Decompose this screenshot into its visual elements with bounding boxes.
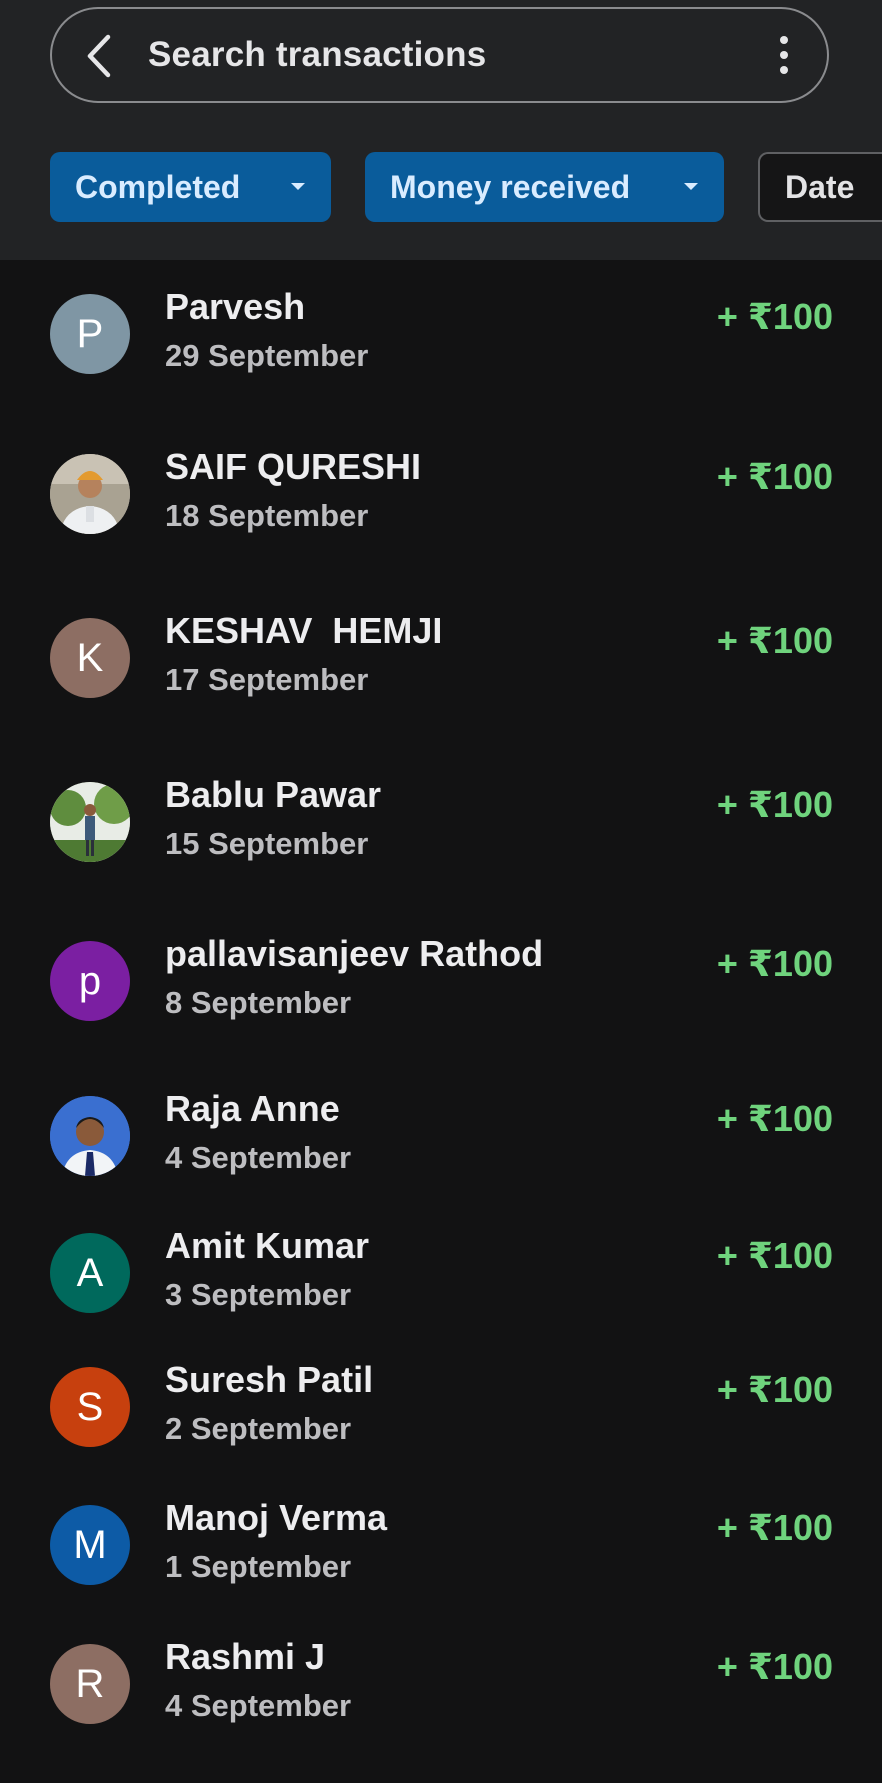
- transaction-amount: + ₹100: [716, 943, 833, 984]
- transaction-amount: + ₹100: [716, 296, 833, 337]
- transaction-name: Bablu Pawar: [165, 774, 382, 815]
- filter-chip-date[interactable]: Date: [758, 152, 882, 222]
- more-options-icon[interactable]: [777, 35, 791, 75]
- transaction-date: 29 September: [165, 338, 369, 373]
- avatar-photo-icon: [50, 454, 130, 534]
- transaction-name: pallavisanjeev Rathod: [165, 933, 544, 974]
- transaction-date: 3 September: [165, 1277, 352, 1312]
- transaction-name: Rashmi J: [165, 1636, 326, 1677]
- transaction-amount: + ₹100: [716, 1235, 833, 1276]
- transaction-date: 17 September: [165, 662, 369, 697]
- search-bar[interactable]: Search transactions: [50, 7, 829, 103]
- transaction-row[interactable]: Bablu Pawar 15 September + ₹100: [0, 774, 882, 902]
- avatar: p: [50, 941, 130, 1021]
- transaction-name: Raja Anne: [165, 1088, 340, 1129]
- transaction-row[interactable]: P Parvesh 29 September + ₹100: [0, 286, 882, 414]
- transaction-name: SAIF QURESHI: [165, 446, 422, 487]
- filter-chip-label: Money received: [390, 169, 631, 205]
- filter-chip-type[interactable]: Money received: [365, 152, 724, 222]
- avatar-photo-icon: [50, 782, 130, 862]
- back-arrow-icon[interactable]: [80, 31, 120, 81]
- transaction-row[interactable]: SAIF QURESHI 18 September + ₹100: [0, 446, 882, 574]
- avatar-photo-icon: [50, 1096, 130, 1176]
- dropdown-caret-icon: [291, 183, 305, 190]
- transaction-name: Amit Kumar: [165, 1225, 370, 1266]
- transaction-row[interactable]: R Rashmi J 4 September + ₹100: [0, 1636, 882, 1764]
- transaction-row[interactable]: M Manoj Verma 1 September + ₹100: [0, 1497, 882, 1625]
- transaction-amount: + ₹100: [716, 1507, 833, 1548]
- transaction-name: KESHAV HEMJI: [165, 610, 443, 651]
- transaction-row[interactable]: A Amit Kumar 3 September + ₹100: [0, 1225, 882, 1353]
- transaction-amount: + ₹100: [716, 1369, 833, 1410]
- avatar: R: [50, 1644, 130, 1724]
- avatar: M: [50, 1505, 130, 1585]
- transaction-date: 15 September: [165, 826, 369, 861]
- filter-chip-status[interactable]: Completed: [50, 152, 331, 222]
- transaction-amount: + ₹100: [716, 1098, 833, 1139]
- transaction-name: Parvesh: [165, 286, 306, 327]
- transaction-date: 18 September: [165, 498, 369, 533]
- transaction-date: 4 September: [165, 1688, 352, 1723]
- dropdown-caret-icon: [684, 183, 698, 190]
- transaction-name: Suresh Patil: [165, 1359, 374, 1400]
- transaction-row[interactable]: p pallavisanjeev Rathod 8 September + ₹1…: [0, 933, 882, 1061]
- transaction-row[interactable]: S Suresh Patil 2 September + ₹100: [0, 1359, 882, 1487]
- transaction-date: 4 September: [165, 1140, 352, 1175]
- search-header: Search transactions Completed Money rece…: [0, 0, 882, 260]
- transaction-date: 2 September: [165, 1411, 352, 1446]
- transaction-amount: + ₹100: [716, 784, 833, 825]
- transaction-amount: + ₹100: [716, 456, 833, 497]
- transaction-row[interactable]: Raja Anne 4 September + ₹100: [0, 1088, 882, 1216]
- transaction-row[interactable]: K KESHAV HEMJI 17 September + ₹100: [0, 610, 882, 738]
- transaction-date: 8 September: [165, 985, 352, 1020]
- avatar: K: [50, 618, 130, 698]
- filter-chip-label: Date: [785, 169, 855, 205]
- search-input[interactable]: Search transactions: [148, 9, 486, 101]
- transaction-name: Manoj Verma: [165, 1497, 388, 1538]
- avatar: A: [50, 1233, 130, 1313]
- transaction-amount: + ₹100: [716, 1646, 833, 1687]
- avatar: P: [50, 294, 130, 374]
- transaction-date: 1 September: [165, 1549, 352, 1584]
- filter-chip-label: Completed: [75, 169, 241, 205]
- avatar: S: [50, 1367, 130, 1447]
- transaction-amount: + ₹100: [716, 620, 833, 661]
